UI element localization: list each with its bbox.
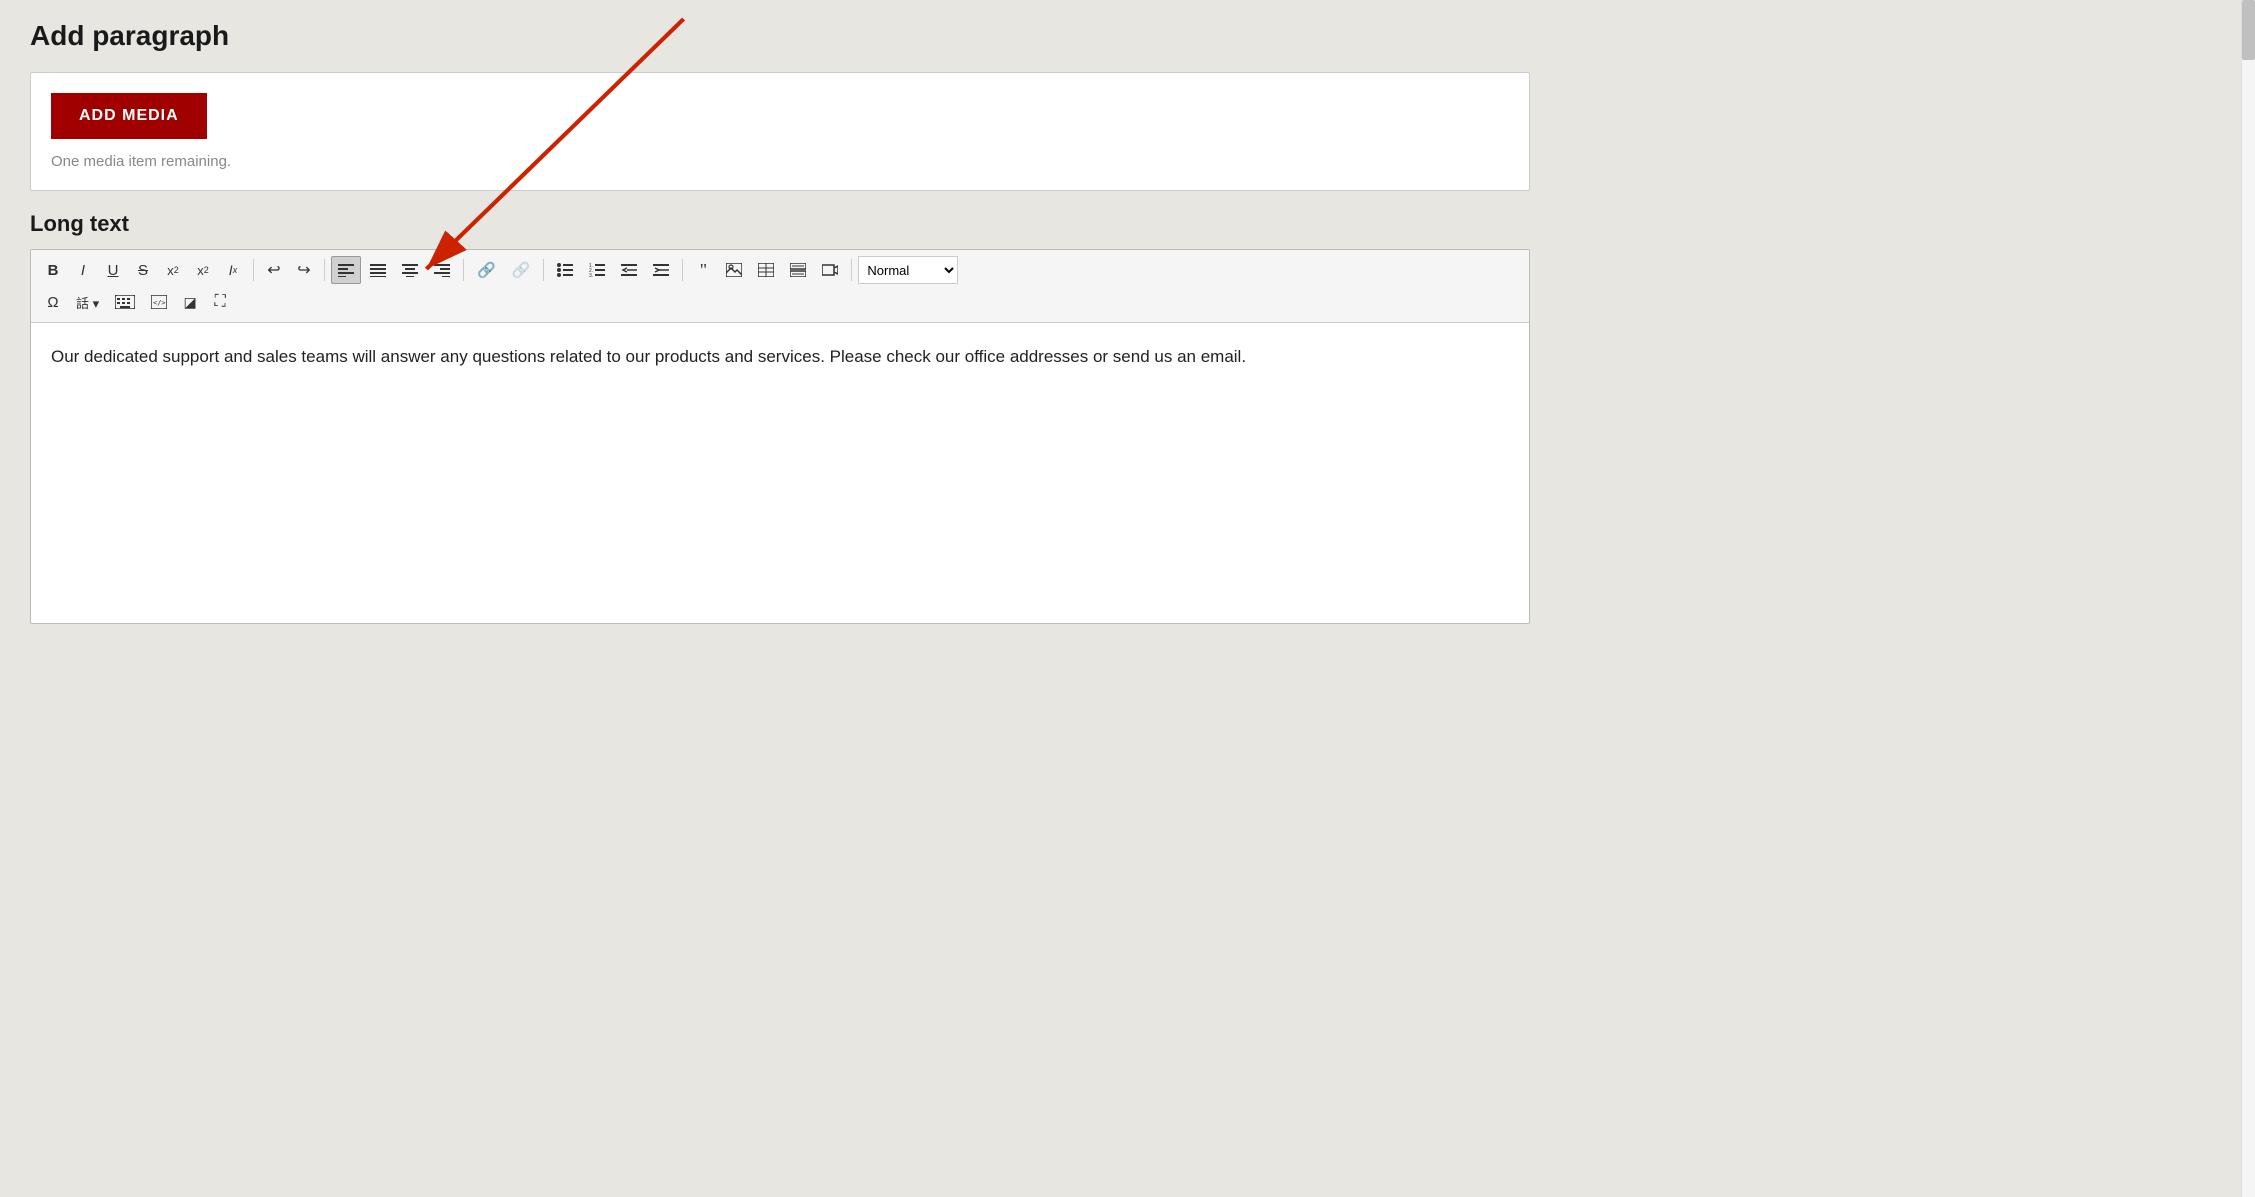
long-text-label: Long text: [30, 211, 1530, 237]
toolbar-sep-5: [682, 259, 683, 281]
page-container: Add paragraph ADD MEDIA One media item r…: [30, 20, 1530, 624]
image-button[interactable]: [719, 256, 749, 284]
format-select[interactable]: Normal Heading 1 Heading 2 Heading 3 Hea…: [858, 256, 958, 284]
page-title: Add paragraph: [30, 20, 1530, 52]
source-button[interactable]: ◪: [176, 288, 204, 316]
rich-text-editor: B I U S x2 x2 Ix: [30, 249, 1530, 624]
long-text-section: Long text B I U S: [30, 211, 1530, 624]
toolbar-sep-6: [851, 259, 852, 281]
indent-button[interactable]: [646, 256, 676, 284]
toolbar-sep-3: [463, 259, 464, 281]
editor-paragraph: Our dedicated support and sales teams wi…: [51, 343, 1509, 370]
align-left-button[interactable]: [331, 256, 361, 284]
bold-button[interactable]: B: [39, 256, 67, 284]
svg-text:3.: 3.: [589, 273, 593, 277]
toolbar-row-1: B I U S x2 x2 Ix: [39, 256, 1521, 284]
editor-toolbar: B I U S x2 x2 Ix: [31, 250, 1529, 323]
strikethrough-button[interactable]: S: [129, 256, 157, 284]
bullet-list-button[interactable]: [550, 256, 580, 284]
show-blocks-button[interactable]: [783, 256, 813, 284]
underline-button[interactable]: U: [99, 256, 127, 284]
fullscreen-button[interactable]: ⛶: [206, 288, 234, 316]
subscript-button[interactable]: x2: [189, 256, 217, 284]
numbered-list-button[interactable]: 1.2.3.: [582, 256, 612, 284]
align-block-button[interactable]: [363, 256, 393, 284]
superscript-button[interactable]: x2: [159, 256, 187, 284]
blockquote-button[interactable]: ": [689, 256, 717, 284]
scrollbar-thumb[interactable]: [2242, 0, 2255, 60]
toolbar-sep-2: [324, 259, 325, 281]
source-view-button[interactable]: </>: [144, 288, 174, 316]
keyboard-button[interactable]: [108, 288, 142, 316]
italic-button[interactable]: I: [69, 256, 97, 284]
undo-button[interactable]: ↩: [260, 256, 288, 284]
toolbar-row-2: Ω 話 ▾ </> ◪: [39, 288, 1521, 316]
align-right-button[interactable]: [427, 256, 457, 284]
scrollbar[interactable]: [2241, 0, 2255, 1197]
toolbar-sep-1: [253, 259, 254, 281]
toolbar-sep-4: [543, 259, 544, 281]
align-center-button[interactable]: [395, 256, 425, 284]
language-button[interactable]: 話 ▾: [69, 288, 106, 316]
media-info-text: One media item remaining.: [51, 153, 1509, 170]
special-char-button[interactable]: Ω: [39, 288, 67, 316]
media-insert-button[interactable]: [815, 256, 845, 284]
media-section: ADD MEDIA One media item remaining.: [30, 72, 1530, 191]
table-button[interactable]: [751, 256, 781, 284]
redo-button[interactable]: ↪: [290, 256, 318, 284]
editor-content-area[interactable]: Our dedicated support and sales teams wi…: [31, 323, 1529, 623]
svg-text:</>: </>: [153, 299, 166, 307]
link-button[interactable]: 🔗: [470, 256, 503, 284]
add-media-button[interactable]: ADD MEDIA: [51, 93, 207, 139]
unlink-button[interactable]: 🔗: [505, 256, 538, 284]
remove-format-button[interactable]: Ix: [219, 256, 247, 284]
outdent-button[interactable]: [614, 256, 644, 284]
